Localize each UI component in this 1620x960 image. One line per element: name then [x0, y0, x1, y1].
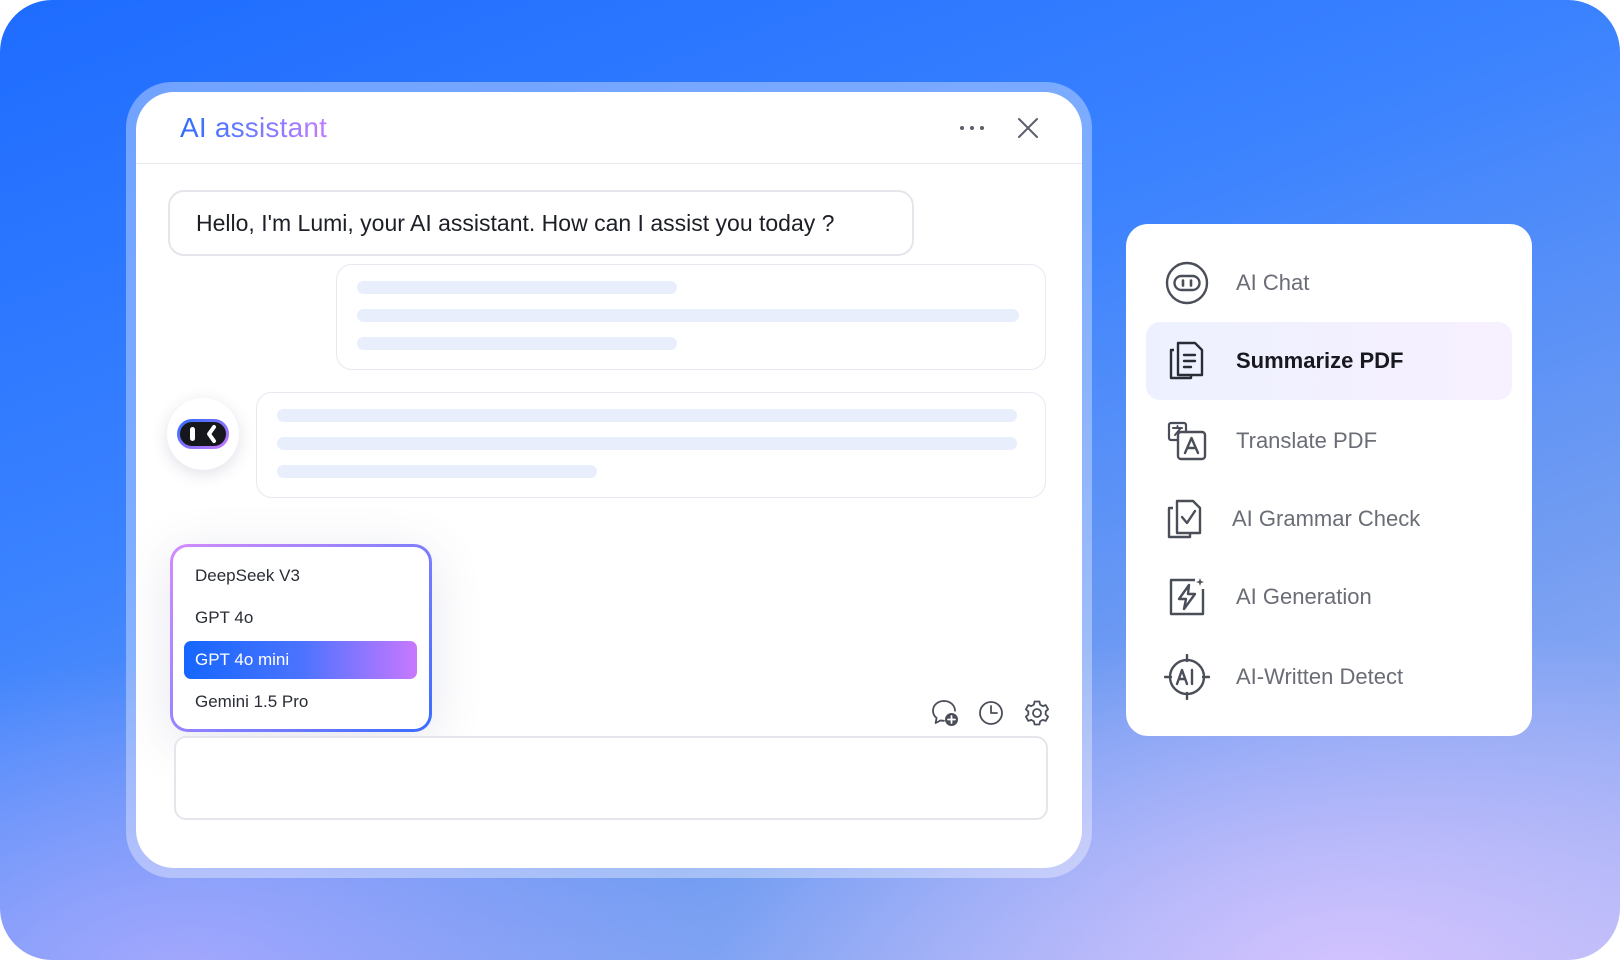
skeleton-line	[357, 281, 677, 294]
robot-face-icon	[177, 419, 229, 449]
window-header: AI assistant	[136, 92, 1082, 164]
model-option-deepseek-v3[interactable]: DeepSeek V3	[184, 557, 417, 595]
feature-ai-grammar-check[interactable]: AI Grammar Check	[1146, 480, 1512, 558]
model-option-gemini-1-5-pro[interactable]: Gemini 1.5 Pro	[184, 683, 417, 721]
lightning-generate-icon	[1169, 578, 1205, 616]
more-options-button[interactable]	[952, 116, 992, 140]
feature-ai-generation[interactable]: AI Generation	[1146, 558, 1512, 636]
dot	[970, 126, 974, 130]
feature-label: AI-Written Detect	[1236, 664, 1404, 689]
feature-label: Translate PDF	[1236, 428, 1378, 453]
new-chat-icon[interactable]	[930, 698, 960, 728]
assistant-reply-placeholder	[256, 392, 1046, 498]
ai-assistant-window: AI assistant Hello, I'm Lumi, your AI as…	[136, 92, 1082, 868]
message-input[interactable]	[174, 736, 1048, 820]
history-icon[interactable]	[976, 698, 1006, 728]
window-title: AI assistant	[180, 112, 328, 143]
model-option-gpt-4o-mini[interactable]: GPT 4o mini	[184, 641, 417, 679]
feature-translate-pdf[interactable]: Translate PDF	[1146, 402, 1512, 480]
skeleton-line	[357, 309, 1019, 322]
model-option-gpt-4o[interactable]: GPT 4o	[184, 599, 417, 637]
close-icon[interactable]	[1012, 112, 1044, 144]
model-dropdown: DeepSeek V3 GPT 4o GPT 4o mini Gemini 1.…	[170, 544, 432, 732]
feature-label: AI Generation	[1236, 584, 1372, 609]
skeleton-line	[357, 337, 677, 350]
feature-panel: AI Chat Summarize PDF Translate PDF AI G…	[1126, 224, 1532, 736]
feature-label: AI Chat	[1236, 270, 1310, 295]
assistant-avatar	[167, 398, 239, 470]
feature-ai-chat[interactable]: AI Chat	[1146, 244, 1512, 322]
robot-chat-icon	[1165, 261, 1209, 305]
feature-ai-written-detect[interactable]: AI-Written Detect	[1146, 638, 1512, 716]
translate-icon	[1167, 421, 1207, 461]
greeting-message: Hello, I'm Lumi, your AI assistant. How …	[168, 190, 914, 256]
dot	[960, 126, 964, 130]
feature-label: Summarize PDF	[1236, 348, 1404, 373]
feature-summarize-pdf[interactable]: Summarize PDF	[1146, 322, 1512, 400]
grammar-check-icon	[1167, 499, 1202, 539]
user-message-placeholder	[336, 264, 1046, 370]
model-list: DeepSeek V3 GPT 4o GPT 4o mini Gemini 1.…	[173, 547, 429, 729]
feature-label: AI Grammar Check	[1232, 506, 1421, 531]
ai-detect-icon	[1164, 654, 1210, 700]
skeleton-line	[277, 437, 1017, 450]
dot	[980, 126, 984, 130]
skeleton-line	[277, 465, 597, 478]
background-stage: AI assistant Hello, I'm Lumi, your AI as…	[0, 0, 1620, 960]
summarize-document-icon	[1169, 341, 1204, 380]
skeleton-line	[277, 409, 1017, 422]
settings-icon[interactable]	[1022, 698, 1052, 728]
